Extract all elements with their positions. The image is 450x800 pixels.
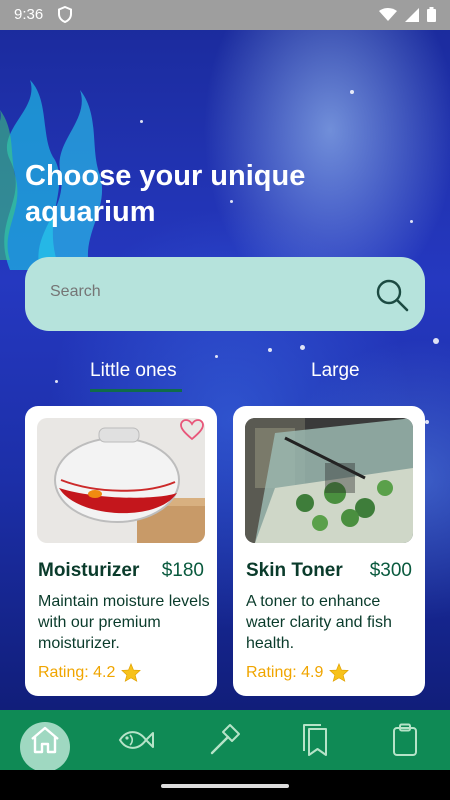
search-bar[interactable]	[25, 257, 425, 331]
wifi-icon	[379, 7, 397, 21]
star-icon	[121, 663, 142, 682]
fish-icon[interactable]	[116, 727, 154, 753]
heart-outline-icon[interactable]	[180, 419, 204, 441]
status-bar: 9:36	[0, 0, 450, 30]
product-description: A toner to enhance water clarity and fis…	[246, 593, 392, 652]
search-icon[interactable]	[375, 278, 409, 312]
product-price: $300	[369, 560, 412, 581]
clipboard-icon[interactable]	[391, 723, 419, 757]
battery-icon	[427, 7, 436, 22]
nav-tools[interactable]	[195, 710, 255, 770]
product-description: Maintain moisture levels with our premiu…	[38, 593, 210, 652]
status-icons	[379, 7, 436, 22]
home-icon[interactable]	[29, 725, 61, 755]
search-input[interactable]	[50, 283, 370, 301]
product-rating: Rating: 4.9	[246, 663, 350, 682]
active-tab-indicator	[90, 389, 182, 392]
product-card[interactable]: Skin Toner $300 A toner to enhance water…	[233, 406, 425, 696]
product-title: Skin Toner	[246, 560, 343, 581]
product-image-aquarium	[245, 418, 413, 543]
product-title: Moisturizer	[38, 560, 140, 581]
page-title: Choose your unique aquarium	[25, 160, 306, 228]
shield-icon	[58, 6, 72, 23]
tab-little-ones[interactable]: Little ones	[90, 360, 177, 382]
home-gesture-handle[interactable]	[161, 784, 289, 788]
star-icon	[329, 663, 350, 682]
product-price: $180	[161, 560, 204, 581]
rating-text: Rating: 4.2	[38, 663, 116, 681]
hammer-icon[interactable]	[208, 723, 242, 757]
status-time: 9:36	[14, 6, 44, 23]
product-card[interactable]: Moisturizer $180 Maintain moisture level…	[25, 406, 217, 696]
rating-text: Rating: 4.9	[246, 663, 324, 681]
nav-clipboard[interactable]	[375, 710, 435, 770]
bottom-navigation	[0, 710, 450, 772]
nav-fish[interactable]	[105, 710, 165, 770]
signal-icon	[405, 7, 419, 22]
nav-bookmarks[interactable]	[285, 710, 345, 770]
nav-home[interactable]	[15, 710, 75, 770]
bookmarks-icon[interactable]	[300, 723, 330, 757]
product-rating: Rating: 4.2	[38, 663, 142, 682]
tab-large[interactable]: Large	[311, 360, 360, 382]
system-gesture-bar	[0, 770, 450, 800]
